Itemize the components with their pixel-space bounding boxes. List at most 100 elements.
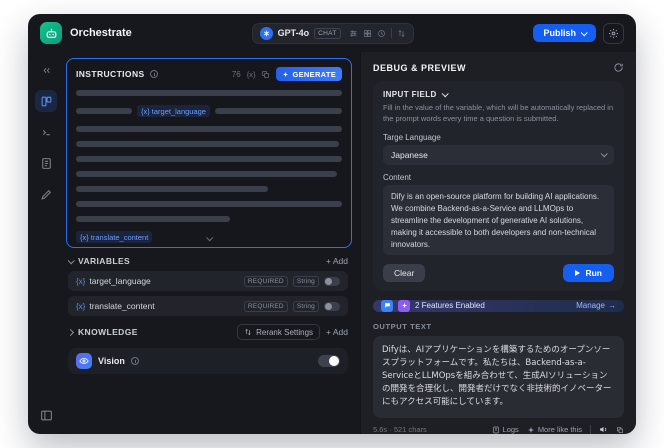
chat-mode-badge: CHAT — [314, 27, 341, 39]
vision-feature-card: Vision — [68, 348, 348, 374]
manage-features-link[interactable]: Manage → — [576, 301, 616, 310]
openai-icon — [259, 26, 273, 40]
input-field-header[interactable]: INPUT FIELD — [383, 90, 614, 99]
output-text-title: OUTPUT TEXT — [373, 321, 432, 331]
publish-label: Publish — [543, 28, 576, 38]
restart-icon[interactable] — [613, 62, 624, 73]
chevron-right-icon[interactable] — [66, 328, 75, 336]
variable-toggle[interactable] — [324, 276, 340, 286]
variable-toggle[interactable] — [324, 301, 340, 311]
output-text-panel: Difyは、AIアプリケーションを構築するためのオープンソースプラットフォームで… — [373, 335, 624, 418]
variables-section: VARIABLES + Add {x} target_language REQU… — [66, 248, 352, 316]
sidebar-item-api[interactable] — [35, 121, 57, 143]
grid-icon[interactable] — [363, 29, 372, 38]
skeleton-line — [76, 156, 342, 162]
target-language-label: Targe Language — [383, 132, 441, 142]
collapse-sidebar-icon[interactable] — [35, 59, 57, 81]
clock-icon[interactable] — [377, 29, 386, 38]
variable-chip-target-language[interactable]: {x} target_language — [137, 105, 210, 117]
eye-icon — [76, 353, 92, 369]
orchestrate-panel: INSTRUCTIONS 76 {x} GENERATE {x} target_… — [64, 52, 360, 434]
logs-icon — [492, 426, 500, 434]
robot-icon — [45, 27, 58, 40]
run-button[interactable]: Run — [563, 263, 614, 282]
sliders-icon[interactable] — [349, 29, 358, 38]
logs-button[interactable]: Logs — [492, 425, 519, 434]
sidebar-item-logs[interactable] — [35, 152, 57, 174]
layout-panel-icon[interactable] — [35, 404, 57, 426]
divider — [390, 28, 392, 38]
variable-prefix: {x} — [80, 232, 89, 242]
variable-name: target_language — [151, 106, 206, 116]
app-logo[interactable] — [40, 22, 62, 44]
target-language-select[interactable]: Japanese — [383, 144, 614, 165]
sidebar-item-orchestrate[interactable] — [35, 90, 57, 112]
variable-name: translate_content — [89, 301, 155, 311]
generate-button[interactable]: GENERATE — [276, 67, 342, 81]
skeleton-line — [76, 141, 340, 147]
settings-button[interactable] — [603, 22, 624, 44]
variable-chip-translate-content[interactable]: {x} translate_content — [76, 231, 153, 243]
output-stats: 5.6s · 521 chars — [373, 425, 427, 434]
play-icon — [575, 269, 581, 276]
skeleton-line — [76, 90, 342, 96]
prompt-skeleton: {x} target_language {x} translate_conten… — [76, 90, 342, 243]
variable-prefix: {x} — [76, 301, 86, 311]
copy-icon[interactable] — [261, 70, 270, 79]
copy-icon — [616, 426, 624, 434]
divider — [590, 424, 591, 434]
chevron-down-icon[interactable] — [67, 256, 75, 264]
more-like-this-button[interactable]: More like this — [527, 425, 582, 434]
skeleton-line — [76, 171, 337, 177]
chevron-down-icon — [600, 150, 608, 158]
rerank-settings-button[interactable]: Rerank Settings — [237, 324, 321, 340]
chevron-down-icon — [441, 90, 449, 98]
publish-button[interactable]: Publish — [533, 24, 596, 42]
instructions-editor[interactable]: INSTRUCTIONS 76 {x} GENERATE {x} target_… — [66, 58, 352, 248]
skeleton-line — [76, 126, 342, 132]
clear-button[interactable]: Clear — [383, 263, 426, 282]
model-pill-icons — [349, 28, 406, 38]
vision-label: Vision — [98, 356, 125, 366]
variable-prefix: {x} — [76, 276, 86, 286]
add-knowledge-button[interactable]: + Add — [326, 327, 348, 337]
app-window: Orchestrate GPT-4o CHAT Publish INSTRUCT… — [28, 14, 636, 434]
page-title: Orchestrate — [70, 27, 132, 39]
rerank-label: Rerank Settings — [256, 327, 314, 337]
skeleton-line — [76, 186, 268, 192]
input-field-description: Fill in the value of the variable, which… — [383, 103, 614, 123]
knowledge-section: KNOWLEDGE Rerank Settings + Add — [66, 316, 352, 340]
gear-icon — [608, 28, 619, 39]
top-bar-right: Publish — [533, 22, 624, 44]
required-badge: REQUIRED — [243, 275, 288, 287]
vision-toggle[interactable] — [318, 355, 340, 367]
input-field-card: INPUT FIELD Fill in the value of the var… — [373, 81, 624, 291]
speaker-button[interactable] — [599, 425, 608, 434]
more-like-this-label: More like this — [537, 425, 582, 434]
insert-variable-icon[interactable]: {x} — [247, 70, 256, 79]
sidebar-item-annotation[interactable] — [35, 183, 57, 205]
sidebar-rail — [28, 52, 64, 434]
top-bar: Orchestrate GPT-4o CHAT Publish — [28, 14, 636, 52]
debug-preview-panel: DEBUG & PREVIEW INPUT FIELD Fill in the … — [360, 52, 636, 434]
features-enabled-bar[interactable]: 2 Features Enabled Manage → — [373, 299, 624, 312]
swap-icon[interactable] — [397, 29, 406, 38]
add-variable-button[interactable]: + Add — [326, 256, 348, 266]
variable-prefix: {x} — [141, 106, 150, 116]
run-label: Run — [585, 267, 602, 278]
info-icon — [130, 357, 139, 365]
variables-title: VARIABLES — [78, 256, 131, 266]
variable-row-target-language[interactable]: {x} target_language REQUIRED String — [68, 271, 348, 291]
model-selector[interactable]: GPT-4o CHAT — [251, 22, 414, 44]
content-textarea[interactable]: Dify is an open-source platform for buil… — [383, 184, 614, 255]
manage-label: Manage — [576, 301, 605, 311]
generate-label: GENERATE — [292, 69, 336, 79]
arrow-right-icon: → — [608, 301, 616, 311]
info-icon — [149, 70, 158, 78]
skeleton-line — [214, 108, 342, 114]
logs-label: Logs — [502, 425, 519, 434]
speaker-icon — [599, 425, 608, 434]
content-label: Content — [383, 172, 412, 182]
variable-row-translate-content[interactable]: {x} translate_content REQUIRED String — [68, 296, 348, 316]
copy-output-button[interactable] — [616, 426, 624, 434]
